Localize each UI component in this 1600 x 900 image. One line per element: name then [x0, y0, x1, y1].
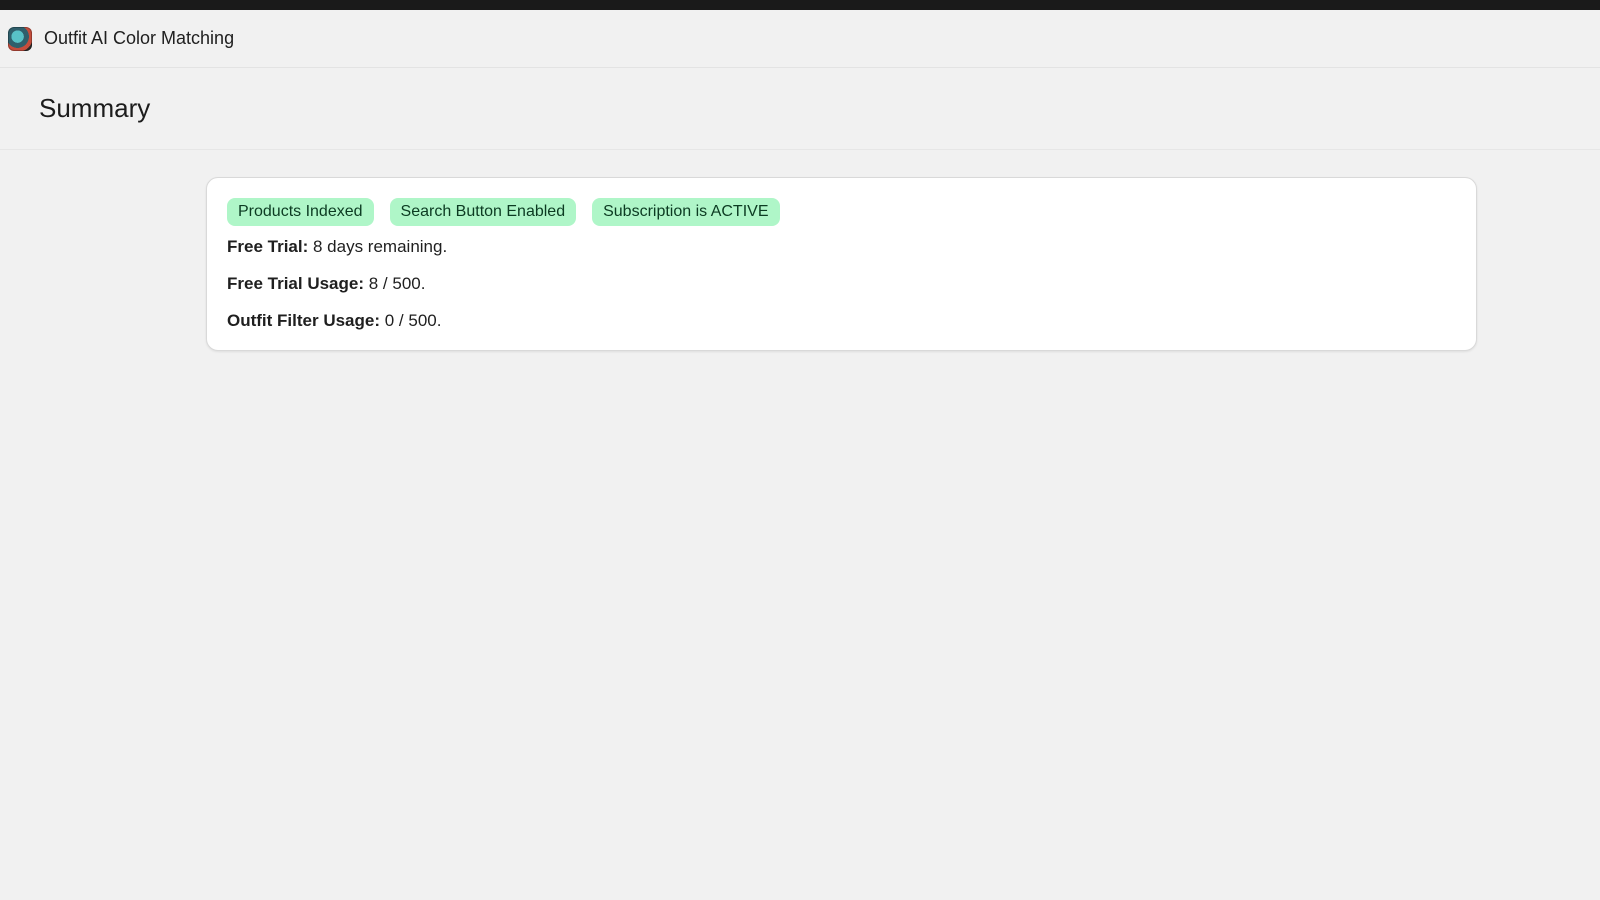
free-trial-value: 8 days remaining. — [313, 237, 448, 256]
summary-card: Products Indexed Search Button Enabled S… — [206, 177, 1477, 351]
page-title: Summary — [39, 93, 151, 123]
status-badges: Products Indexed Search Button Enabled S… — [227, 198, 1456, 226]
page-header: Summary — [0, 68, 1600, 150]
status-badge-search-button-enabled: Search Button Enabled — [389, 198, 577, 226]
summary-rows: Free Trial: 8 days remaining. Free Trial… — [227, 236, 1456, 332]
outfit-filter-usage-value: 0 / 500. — [384, 311, 442, 330]
status-badge-subscription-active: Subscription is ACTIVE — [592, 198, 780, 226]
main-content: Products Indexed Search Button Enabled S… — [0, 150, 1600, 351]
status-badge-products-indexed: Products Indexed — [227, 198, 374, 226]
outfit-filter-usage-row: Outfit Filter Usage: 0 / 500. — [227, 310, 1456, 332]
app-logo-icon — [8, 26, 32, 51]
free-trial-usage-value: 8 / 500. — [368, 274, 426, 293]
app-title: Outfit AI Color Matching — [44, 28, 235, 48]
outfit-filter-usage-label: Outfit Filter Usage: — [227, 311, 381, 330]
browser-top-bar — [0, 0, 1600, 10]
free-trial-label: Free Trial: — [227, 237, 309, 256]
app-header: Outfit AI Color Matching — [0, 10, 1600, 68]
free-trial-usage-row: Free Trial Usage: 8 / 500. — [227, 273, 1456, 295]
free-trial-row: Free Trial: 8 days remaining. — [227, 236, 1456, 258]
free-trial-usage-label: Free Trial Usage: — [227, 274, 365, 293]
